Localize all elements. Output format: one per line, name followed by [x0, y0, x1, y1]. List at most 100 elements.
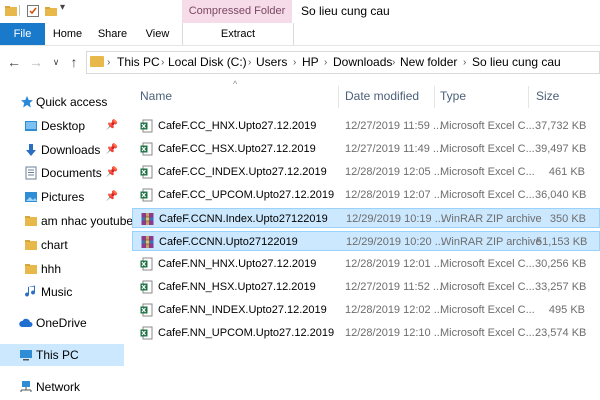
- qa-divider: |: [18, 4, 21, 16]
- file-date-modified: 12/29/2019 10:20 ...: [346, 236, 444, 248]
- breadcrumb-downloads[interactable]: Downloads: [333, 51, 392, 74]
- winrar-icon: [141, 235, 154, 249]
- column-header-date[interactable]: Date modified: [345, 84, 419, 108]
- file-name: CafeF.CCNN.Upto27122019: [159, 236, 298, 248]
- nav-item-hhh[interactable]: hhh: [0, 258, 124, 280]
- qa-customize-dropdown-icon[interactable]: ▾: [60, 2, 65, 13]
- file-row[interactable]: CafeF.NN_HNX.Upto27.12.2019 12/28/2019 12…: [132, 254, 600, 274]
- window-title: So lieu cung cau: [301, 4, 390, 18]
- nav-item-desktop[interactable]: Desktop 📌: [0, 115, 124, 137]
- excel-icon: [140, 119, 153, 133]
- nav-item-pictures[interactable]: Pictures 📌: [0, 186, 124, 208]
- column-header-name[interactable]: Name: [140, 84, 172, 108]
- new-folder-icon[interactable]: [44, 4, 58, 18]
- file-size: 51,153 KB: [536, 236, 588, 248]
- chevron-right-icon[interactable]: ›: [161, 51, 164, 74]
- excel-icon: [140, 188, 153, 202]
- file-row[interactable]: CafeF.CC_UPCOM.Upto27.12.2019 12/28/2019 …: [132, 185, 600, 205]
- breadcrumb-this-pc[interactable]: This PC: [117, 51, 160, 74]
- file-row[interactable]: CafeF.NN_UPCOM.Upto27.12.2019 12/28/2019 …: [132, 323, 600, 343]
- nav-item-network[interactable]: Network: [0, 376, 124, 398]
- cloud-icon: [19, 318, 33, 327]
- file-type: Microsoft Excel C...: [440, 166, 535, 178]
- chevron-right-icon[interactable]: ›: [392, 51, 395, 74]
- network-icon: [20, 381, 32, 392]
- breadcrumb-local-disk[interactable]: Local Disk (C:): [168, 51, 247, 74]
- file-date-modified: 12/28/2019 12:05 ...: [345, 166, 443, 178]
- desktop-folder-icon: [25, 121, 37, 131]
- nav-item-quick-access[interactable]: Quick access: [0, 91, 124, 113]
- column-header-type[interactable]: Type: [440, 84, 466, 108]
- excel-icon: [140, 326, 153, 340]
- forward-arrow-icon[interactable]: →: [28, 52, 44, 72]
- column-divider[interactable]: [434, 86, 435, 108]
- chevron-right-icon[interactable]: ›: [293, 51, 296, 74]
- file-type: Microsoft Excel C...: [440, 304, 535, 316]
- nav-item-onedrive[interactable]: OneDrive: [0, 312, 124, 334]
- breadcrumb-users[interactable]: Users: [256, 51, 287, 74]
- breadcrumb-new-folder[interactable]: New folder: [400, 51, 457, 74]
- file-row[interactable]: CafeF.CC_HSX.Upto27.12.2019 12/27/2019 11…: [132, 139, 600, 159]
- file-type: Microsoft Excel C...: [440, 189, 535, 201]
- column-divider[interactable]: [528, 86, 529, 108]
- file-size: 37,732 KB: [535, 120, 587, 132]
- file-size: 36,040 KB: [535, 189, 587, 201]
- breadcrumb-current-folder[interactable]: So lieu cung cau: [472, 51, 561, 74]
- back-arrow-icon[interactable]: ←: [6, 52, 22, 72]
- tab-view[interactable]: View: [135, 23, 180, 45]
- file-row[interactable]: CafeF.NN_HSX.Upto27.12.2019 12/27/2019 11…: [132, 277, 600, 297]
- file-name: CafeF.CC_INDEX.Upto27.12.2019: [158, 166, 327, 178]
- chevron-right-icon[interactable]: ›: [107, 51, 110, 74]
- nav-item-music[interactable]: Music: [0, 281, 124, 303]
- file-type: Microsoft Excel C...: [440, 281, 535, 293]
- file-size: 495 KB: [548, 304, 585, 316]
- nav-item-documents[interactable]: Documents 📌: [0, 162, 124, 184]
- file-name: CafeF.NN_UPCOM.Upto27.12.2019: [158, 327, 335, 339]
- file-date-modified: 12/28/2019 12:02 ...: [345, 304, 443, 316]
- excel-icon: [140, 303, 153, 317]
- file-date-modified: 12/27/2019 11:59 ...: [345, 120, 443, 132]
- file-row[interactable]: CafeF.NN_INDEX.Upto27.12.2019 12/28/2019 …: [132, 300, 600, 320]
- column-header-size[interactable]: Size: [536, 84, 559, 108]
- properties-icon[interactable]: [26, 4, 40, 18]
- nav-item-downloads[interactable]: Downloads 📌: [0, 139, 124, 161]
- file-size: 39,497 KB: [535, 143, 587, 155]
- recent-locations-chevron-icon[interactable]: ∨: [48, 52, 64, 72]
- pin-icon[interactable]: 📌: [106, 115, 118, 137]
- file-date-modified: 12/29/2019 10:19 ...: [346, 213, 444, 225]
- nav-label: OneDrive: [36, 316, 87, 330]
- excel-icon: [140, 142, 153, 156]
- column-divider[interactable]: [338, 86, 339, 108]
- breadcrumb-hp[interactable]: HP: [302, 51, 319, 74]
- chevron-right-icon[interactable]: ›: [324, 51, 327, 74]
- music-note-icon: [25, 285, 36, 297]
- folder-icon: [25, 240, 37, 250]
- file-date-modified: 12/28/2019 12:01 ...: [345, 258, 443, 270]
- nav-label: Downloads: [41, 143, 101, 157]
- tab-extract[interactable]: Extract: [182, 23, 294, 45]
- file-row[interactable]: CafeF.CCNN.Index.Upto27122019 12/29/2019 …: [132, 208, 600, 228]
- pin-icon[interactable]: 📌: [106, 162, 118, 184]
- sort-ascending-icon: ^: [233, 79, 238, 89]
- file-type: Microsoft Excel C...: [440, 143, 535, 155]
- nav-label: This PC: [36, 348, 79, 362]
- file-row[interactable]: CafeF.CC_INDEX.Upto27.12.2019 12/28/2019 …: [132, 162, 600, 182]
- nav-label: Music: [41, 285, 73, 299]
- file-type: Microsoft Excel C...: [440, 258, 535, 270]
- nav-item-chart[interactable]: chart: [0, 234, 124, 256]
- file-row[interactable]: CafeF.CCNN.Upto27122019 12/29/2019 10:20 …: [132, 231, 600, 251]
- chevron-right-icon[interactable]: ›: [248, 51, 251, 74]
- tab-share[interactable]: Share: [90, 23, 135, 45]
- file-row[interactable]: CafeF.CC_HNX.Upto27.12.2019 12/27/2019 11…: [132, 116, 600, 136]
- nav-item-am-nhac-youtube[interactable]: am nhac youtube: [0, 210, 133, 232]
- file-size: 33,257 KB: [535, 281, 587, 293]
- chevron-right-icon[interactable]: ›: [463, 51, 466, 74]
- tab-home[interactable]: Home: [45, 23, 90, 45]
- up-arrow-icon[interactable]: ↑: [66, 52, 82, 72]
- nav-label: Network: [36, 380, 81, 394]
- pin-icon[interactable]: 📌: [106, 139, 118, 161]
- nav-label: chart: [41, 238, 68, 252]
- nav-item-this-pc[interactable]: This PC: [0, 344, 124, 366]
- tab-file[interactable]: File: [0, 23, 45, 45]
- pin-icon[interactable]: 📌: [106, 186, 118, 208]
